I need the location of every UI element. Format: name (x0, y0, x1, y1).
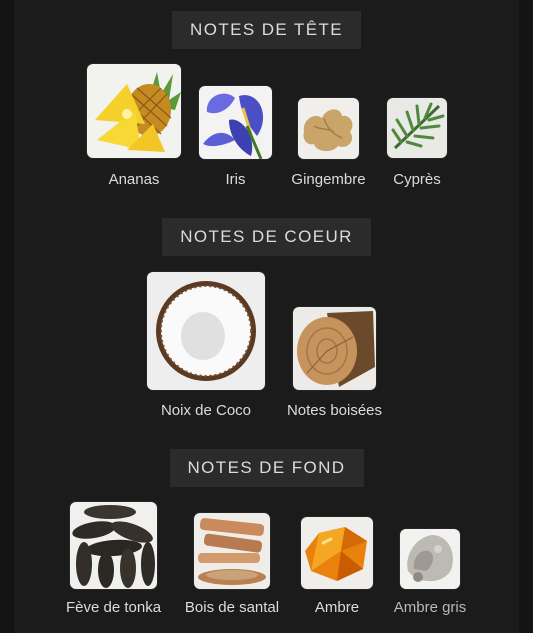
wood-log-icon (293, 307, 376, 390)
iris-flower-icon (199, 86, 272, 159)
note-label: Notes boisées (286, 402, 383, 419)
section-title-text: NOTES DE TÊTE (172, 11, 361, 49)
tonka-bean-icon (70, 502, 157, 589)
section-title-text: NOTES DE COEUR (162, 218, 371, 256)
note-label: Fève de tonka (65, 599, 162, 616)
note-item-sandalwood[interactable]: Bois de santal (185, 513, 279, 616)
note-label: Ananas (108, 171, 160, 188)
note-label: Noix de Coco (160, 402, 252, 419)
note-label: Ambre gris (393, 599, 467, 616)
note-item-ambergris[interactable]: Ambre gris (394, 529, 466, 616)
note-item-tonka[interactable]: Fève de tonka (66, 502, 161, 616)
note-item-cypress[interactable]: Cyprès (387, 98, 447, 188)
pineapple-icon (87, 64, 181, 158)
sandalwood-icon (194, 513, 270, 589)
note-item-amber[interactable]: Ambre (301, 517, 373, 616)
section-title-top-notes: NOTES DE TÊTE (0, 11, 533, 49)
ambergris-icon (400, 529, 460, 589)
cypress-icon (387, 98, 447, 158)
section-title-text: NOTES DE FOND (169, 449, 364, 487)
note-label: Cyprès (393, 171, 441, 188)
note-label: Gingembre (291, 171, 366, 188)
note-item-ginger[interactable]: Gingembre (291, 98, 366, 188)
note-item-pineapple[interactable]: Ananas (87, 64, 181, 188)
note-label: Ambre (314, 599, 360, 616)
section-title-heart-notes: NOTES DE COEUR (0, 218, 533, 256)
amber-icon (301, 517, 373, 589)
note-label: Iris (225, 171, 246, 188)
note-item-iris[interactable]: Iris (199, 86, 272, 188)
ginger-icon (298, 98, 359, 159)
note-item-coconut[interactable]: Noix de Coco (147, 272, 265, 419)
note-label: Bois de santal (184, 599, 280, 616)
section-title-base-notes: NOTES DE FOND (0, 449, 533, 487)
note-item-woody[interactable]: Notes boisées (287, 307, 382, 419)
coconut-icon (147, 272, 265, 390)
